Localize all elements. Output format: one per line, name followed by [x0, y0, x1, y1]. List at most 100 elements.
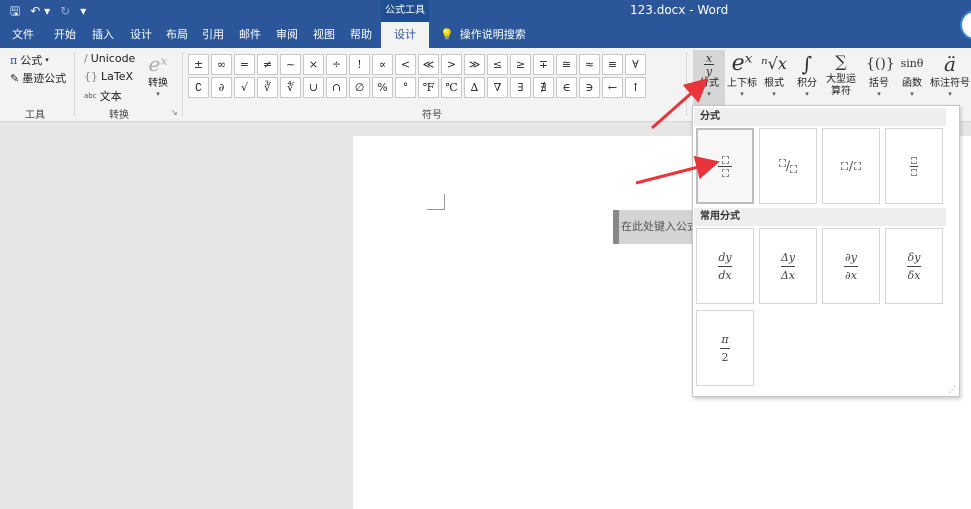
- tab-file[interactable]: 文件: [6, 22, 40, 48]
- symbol-button[interactable]: ≠: [257, 54, 278, 75]
- symbol-button[interactable]: ×: [303, 54, 324, 75]
- symbol-button[interactable]: ≅: [556, 54, 577, 75]
- equation-placeholder[interactable]: 在此处键入公式: [619, 210, 699, 244]
- symbol-button[interactable]: ∈: [556, 77, 577, 98]
- ink-equation-button[interactable]: ✎ 墨迹公式: [10, 70, 66, 86]
- latex-option[interactable]: {} LaTeX: [84, 70, 133, 83]
- save-icon[interactable]: 🖫: [10, 2, 20, 20]
- symbol-button[interactable]: ∩: [326, 77, 347, 98]
- script-button[interactable]: eˣ 上下标 ▾: [726, 50, 758, 108]
- chevron-down-icon: ▾: [877, 90, 881, 98]
- symbol-button[interactable]: °: [395, 77, 416, 98]
- symbol-button[interactable]: ℃: [441, 77, 462, 98]
- symbols-group-label: 符号: [422, 110, 442, 121]
- symbol-button[interactable]: !: [349, 54, 370, 75]
- symbol-button[interactable]: ∀: [625, 54, 646, 75]
- tab-view[interactable]: 视图: [307, 22, 341, 48]
- symbol-button[interactable]: ÷: [326, 54, 347, 75]
- tab-layout[interactable]: 布局: [160, 22, 194, 48]
- convert-button[interactable]: eˣ 转换 ▾: [142, 50, 174, 108]
- equation-button[interactable]: π 公式 ▾: [10, 52, 49, 68]
- chevron-down-icon: ▾: [910, 90, 914, 98]
- symbol-button[interactable]: <: [395, 54, 416, 75]
- accent-button[interactable]: ä 标注符号 ▾: [930, 50, 970, 108]
- symbol-button[interactable]: ≫: [464, 54, 485, 75]
- symbol-button[interactable]: ≤: [487, 54, 508, 75]
- summation-icon: ∑: [835, 52, 847, 71]
- symbol-button[interactable]: ∄: [533, 77, 554, 98]
- tab-equation-design[interactable]: 设计: [381, 22, 429, 48]
- symbol-button[interactable]: ∝: [372, 54, 393, 75]
- chevron-down-icon: ▾: [948, 90, 952, 98]
- text-option[interactable]: abc 文本: [84, 88, 122, 104]
- symbol-button[interactable]: ∇: [487, 77, 508, 98]
- customize-icon[interactable]: ▾: [80, 2, 86, 20]
- tab-home[interactable]: 开始: [48, 22, 82, 48]
- chevron-down-icon: ▾: [805, 90, 809, 98]
- tell-me-label: 操作说明搜索: [459, 28, 526, 41]
- symbol-button[interactable]: ≈: [579, 54, 600, 75]
- fraction-button[interactable]: xy 分式 ▾: [693, 50, 725, 108]
- fraction-icon: xy: [703, 52, 715, 78]
- tab-references[interactable]: 引用: [196, 22, 230, 48]
- symbol-button[interactable]: %: [372, 77, 393, 98]
- dialog-launcher-icon[interactable]: ↘: [171, 108, 178, 117]
- symbol-button[interactable]: ~: [280, 54, 301, 75]
- symbol-button[interactable]: ∪: [303, 77, 324, 98]
- common-fraction-partial-y-partial-x[interactable]: ∂y ∂x: [822, 228, 880, 304]
- symbol-button[interactable]: ∞: [211, 54, 232, 75]
- symbol-button[interactable]: ←: [602, 77, 623, 98]
- tab-insert[interactable]: 插入: [86, 22, 120, 48]
- symbol-button[interactable]: =: [234, 54, 255, 75]
- pi-icon: π: [10, 53, 18, 67]
- radical-icon: ⁿ√x: [761, 54, 787, 73]
- symbol-button[interactable]: ∃: [510, 77, 531, 98]
- symbol-button[interactable]: ≡: [602, 54, 623, 75]
- symbol-button[interactable]: √: [234, 77, 255, 98]
- symbol-button[interactable]: ∜: [280, 77, 301, 98]
- function-button[interactable]: sinθ 函数 ▾: [898, 50, 926, 108]
- tab-help[interactable]: 帮助: [344, 22, 378, 48]
- linear-fraction-option[interactable]: /: [822, 128, 880, 204]
- bracket-button[interactable]: {()} 括号 ▾: [866, 50, 895, 108]
- symbol-button[interactable]: ≥: [510, 54, 531, 75]
- tell-me-search[interactable]: 💡 操作说明搜索: [440, 22, 526, 48]
- undo-icon[interactable]: ↶ ▾: [30, 2, 50, 20]
- symbol-button[interactable]: ∋: [579, 77, 600, 98]
- radical-button[interactable]: ⁿ√x 根式 ▾: [761, 50, 787, 108]
- symbol-button[interactable]: ≪: [418, 54, 439, 75]
- common-fraction-small-delta[interactable]: δy δx: [885, 228, 943, 304]
- common-fraction-section-header: 常用分式: [694, 208, 946, 226]
- ink-icon: ✎: [10, 71, 20, 85]
- convert-icon: eˣ: [148, 52, 168, 76]
- tab-review[interactable]: 审阅: [270, 22, 304, 48]
- large-operator-button[interactable]: ∑ 大型运算符: [824, 50, 858, 108]
- symbol-button[interactable]: ∆: [464, 77, 485, 98]
- symbol-button[interactable]: ∁: [188, 77, 209, 98]
- slash-icon: /: [84, 52, 88, 65]
- common-fraction-pi-over-2[interactable]: π2: [696, 310, 754, 386]
- function-icon: sinθ: [900, 57, 924, 70]
- integral-button[interactable]: ∫ 积分 ▾: [794, 50, 820, 108]
- chevron-down-icon: ▾: [156, 90, 160, 98]
- symbol-button[interactable]: ∂: [211, 77, 232, 98]
- tab-mailings[interactable]: 邮件: [233, 22, 267, 48]
- stacked-fraction-option[interactable]: [696, 128, 754, 204]
- symbol-button[interactable]: ∅: [349, 77, 370, 98]
- symbol-button[interactable]: ±: [188, 54, 209, 75]
- tab-design[interactable]: 设计: [124, 22, 158, 48]
- braces-icon: {}: [84, 70, 98, 83]
- resize-grip-icon[interactable]: ⋰: [948, 385, 956, 394]
- symbol-button[interactable]: >: [441, 54, 462, 75]
- divider: [74, 52, 75, 116]
- unicode-option[interactable]: / Unicode: [84, 52, 135, 65]
- skewed-fraction-option[interactable]: /: [759, 128, 817, 204]
- common-fraction-dy-dx[interactable]: dy dx: [696, 228, 754, 304]
- symbol-button[interactable]: ∛: [257, 77, 278, 98]
- symbol-button[interactable]: ∓: [533, 54, 554, 75]
- symbol-button[interactable]: ↑: [625, 77, 646, 98]
- common-fraction-delta-y-delta-x[interactable]: Δy Δx: [759, 228, 817, 304]
- symbol-button[interactable]: ℉: [418, 77, 439, 98]
- small-fraction-option[interactable]: [885, 128, 943, 204]
- redo-icon[interactable]: ↻: [60, 2, 70, 20]
